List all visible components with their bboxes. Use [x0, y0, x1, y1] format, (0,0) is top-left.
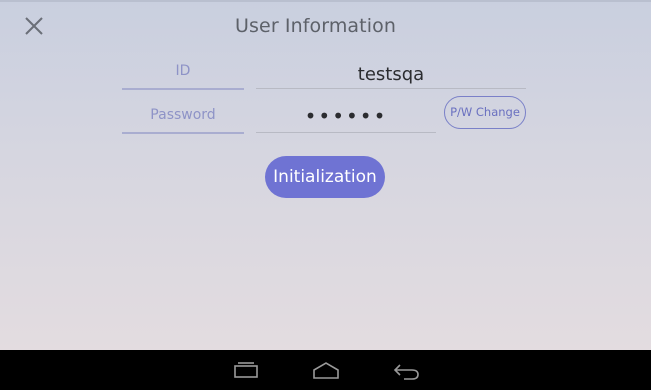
password-field[interactable]: ••••••: [256, 104, 436, 128]
pw-change-button[interactable]: P/W Change: [444, 96, 526, 129]
id-field[interactable]: testsqa: [256, 64, 526, 85]
recent-apps-icon: [234, 362, 258, 378]
user-information-screen: User Information ID testsqa Password •••…: [0, 0, 651, 350]
password-field-underline: [256, 132, 436, 133]
navigation-bar: [0, 350, 651, 390]
password-label-underline: [122, 132, 244, 134]
initialization-button[interactable]: Initialization: [265, 156, 385, 198]
top-divider: [0, 0, 651, 2]
page-title: User Information: [235, 15, 396, 37]
id-label: ID: [175, 63, 191, 79]
id-label-underline: [122, 88, 244, 90]
back-icon: [393, 364, 419, 380]
home-icon: [313, 362, 339, 379]
back-button[interactable]: [382, 356, 430, 386]
id-field-underline: [256, 88, 526, 89]
password-label: Password: [150, 107, 216, 123]
home-button[interactable]: [302, 356, 350, 386]
recent-apps-button[interactable]: [222, 356, 270, 386]
